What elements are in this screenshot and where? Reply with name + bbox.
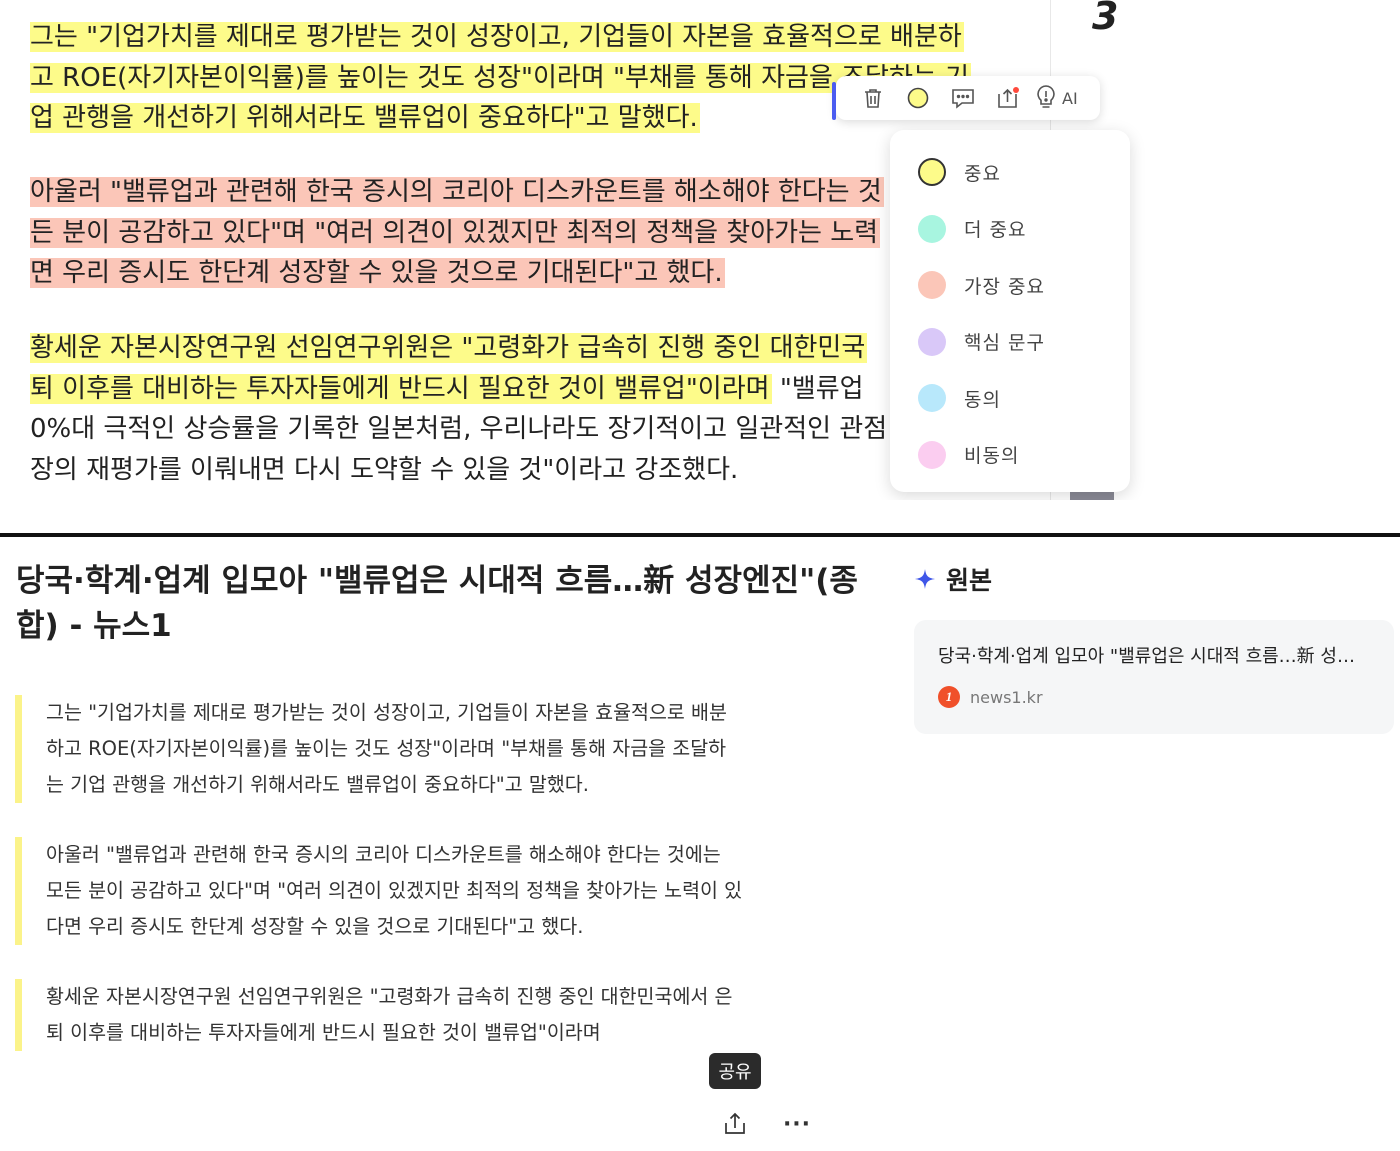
- reader-view: 당국·학계·업계 입모아 "밸류업은 시대적 흐름…新 성장엔진"(종 합) -…: [0, 537, 1400, 1151]
- color-option-label: 비동의: [964, 445, 1020, 468]
- paragraph-line: 면 우리 증시도 한단계 성장할 수 있을 것으로 기대된다"고 했다.: [30, 258, 725, 288]
- highlight-color-menu: 중요 더 중요 가장 중요 핵심 문구 동의 비동의: [890, 130, 1130, 492]
- highlighted-paragraph-3[interactable]: 황세운 자본시장연구원 선임연구위원은 "고령화가 급속히 진행 중인 대한민국…: [30, 328, 990, 490]
- quote-line: 황세운 자본시장연구원 선임연구위원은 "고령화가 급속히 진행 중인 대한민국…: [46, 985, 733, 1008]
- source-card-title: 당국·학계·업계 입모아 "밸류업은 시대적 흐름…新 성장…: [938, 646, 1370, 667]
- quote-line: 는 기업 관행을 개선하기 위해서라도 밸류업이 중요하다"고 말했다.: [46, 773, 589, 796]
- highlight-toolbar: AI: [832, 76, 1100, 120]
- highlight-view: 그는 "기업가치를 제대로 평가받는 것이 성장이고, 기업들이 자본을 효율적…: [0, 0, 1400, 500]
- quote-line: 퇴 이후를 대비하는 투자자들에게 반드시 필요한 것이 밸류업"이라며: [46, 1021, 601, 1044]
- more-options-button[interactable]: ···: [780, 1107, 814, 1141]
- color-option-most-important[interactable]: 가장 중요: [890, 257, 1130, 314]
- share-icon: [725, 1112, 745, 1134]
- share-box-icon[interactable]: [985, 76, 1030, 120]
- quote-line: 그는 "기업가치를 제대로 평가받는 것이 성장이고, 기업들이 자본을 효율적…: [46, 701, 727, 724]
- color-option-disagree[interactable]: 비동의: [890, 427, 1130, 484]
- ai-button[interactable]: AI: [1034, 84, 1078, 112]
- quote-line: 아울러 "밸류업과 관련해 한국 증시의 코리아 디스카운트를 해소해야 한다는…: [46, 843, 721, 866]
- paragraph-line: 든 분이 공감하고 있다"며 "여러 의견이 있겠지만 최적의 정책을 찾아가는…: [30, 217, 881, 248]
- source-heading-label: 원본: [946, 566, 993, 595]
- paragraph-line-tail: "밸류업: [771, 373, 864, 404]
- highlighted-paragraph-2[interactable]: 아울러 "밸류업과 관련해 한국 증시의 코리아 디스카운트를 해소해야 한다는…: [30, 172, 990, 294]
- paragraph-line: 장의 재평가를 이뤄내면 다시 도약할 수 있을 것"이라고 강조했다.: [30, 454, 739, 485]
- article-title: 당국·학계·업계 입모아 "밸류업은 시대적 흐름…新 성장엔진"(종 합) -…: [16, 559, 858, 649]
- paragraph-line: 업 관행을 개선하기 위해서라도 밸류업이 중요하다"고 말했다.: [30, 103, 700, 133]
- sparkle-icon: [915, 569, 935, 589]
- memo-icon[interactable]: [940, 76, 985, 120]
- quote-line: 모든 분이 공감하고 있다"며 "여러 의견이 있겠지만 최적의 정책을 찾아가…: [46, 879, 743, 902]
- paragraph-line: 퇴 이후를 대비하는 투자자들에게 반드시 필요한 것이 밸류업"이라며: [30, 373, 772, 404]
- highlight-quote-3[interactable]: 황세운 자본시장연구원 선임연구위원은 "고령화가 급속히 진행 중인 대한민국…: [15, 979, 785, 1051]
- color-option-label: 핵심 문구: [964, 332, 1045, 355]
- color-swatch: [918, 271, 946, 300]
- source-card[interactable]: 당국·학계·업계 입모아 "밸류업은 시대적 흐름…新 성장… 1 news1.…: [914, 620, 1394, 734]
- color-option-key-phrase[interactable]: 핵심 문구: [890, 314, 1130, 371]
- quote-line: 하고 ROE(자기자본이익률)를 높이는 것도 성장"이라며 "부채를 통해 자…: [46, 737, 727, 760]
- page-number: 3: [1092, 0, 1119, 38]
- highlight-quote-2[interactable]: 아울러 "밸류업과 관련해 한국 증시의 코리아 디스카운트를 해소해야 한다는…: [15, 837, 785, 945]
- share-tooltip: 공유: [709, 1053, 761, 1089]
- thumbnail-strip: [1070, 492, 1114, 500]
- news1-logo-icon: 1: [938, 686, 960, 708]
- color-swatch: [918, 158, 946, 187]
- color-swatch: [918, 214, 946, 243]
- color-swatch: [918, 327, 946, 356]
- color-option-important[interactable]: 중요: [890, 144, 1130, 201]
- ai-label: AI: [1062, 88, 1078, 108]
- article-title-line: 합) - 뉴스1: [16, 608, 172, 644]
- article-title-line: 당국·학계·업계 입모아 "밸류업은 시대적 흐름…新 성장엔진"(종: [16, 563, 858, 599]
- color-option-label: 중요: [964, 162, 1001, 185]
- color-swatch: [918, 440, 946, 469]
- paragraph-line: 그는 "기업가치를 제대로 평가받는 것이 성장이고, 기업들이 자본을 효율적…: [30, 22, 964, 52]
- share-button[interactable]: [718, 1107, 752, 1141]
- lightbulb-icon: [1037, 85, 1055, 108]
- source-site: 1 news1.kr: [938, 686, 1370, 708]
- color-option-more-important[interactable]: 더 중요: [890, 201, 1130, 258]
- color-option-label: 동의: [964, 388, 1001, 411]
- color-swatch: [918, 384, 946, 413]
- paragraph-line: 아울러 "밸류업과 관련해 한국 증시의 코리아 디스카운트를 해소해야 한다는…: [30, 177, 884, 207]
- trash-icon[interactable]: [850, 76, 895, 120]
- paragraph-line: 황세운 자본시장연구원 선임연구위원은 "고령화가 급속히 진행 중인 대한민국: [30, 333, 868, 363]
- paragraph-line: 고 ROE(자기자본이익률)를 높이는 것도 성장"이라며 "부채를 통해 자금…: [30, 62, 971, 93]
- color-circle-icon[interactable]: [895, 76, 940, 120]
- color-option-label: 더 중요: [964, 219, 1027, 242]
- highlight-quote-1[interactable]: 그는 "기업가치를 제대로 평가받는 것이 성장이고, 기업들이 자본을 효율적…: [15, 695, 785, 803]
- source-site-label: news1.kr: [970, 687, 1043, 707]
- paragraph-line: 0%대 극적인 상승률을 기록한 일본처럼, 우리나라도 장기적이고 일관적인 …: [30, 414, 888, 444]
- color-option-label: 가장 중요: [964, 275, 1045, 298]
- quote-line: 다면 우리 증시도 한단계 성장할 수 있을 것으로 기대된다"고 했다.: [46, 915, 584, 938]
- source-heading: 원본: [914, 561, 992, 597]
- color-option-agree[interactable]: 동의: [890, 370, 1130, 427]
